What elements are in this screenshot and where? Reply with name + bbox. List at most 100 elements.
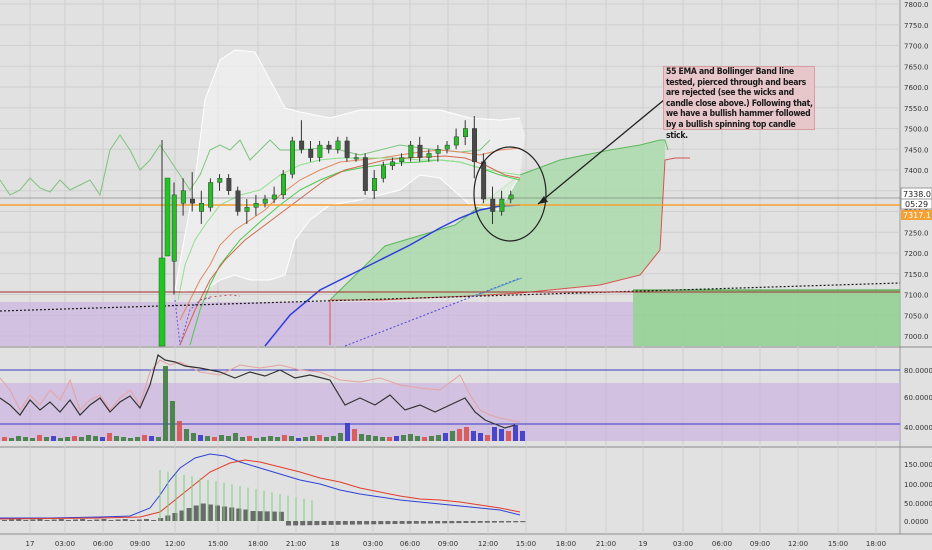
macd-bar [378,521,384,525]
candle-body [362,157,368,191]
volume-bar [471,431,476,441]
price-tick-label: 7050.0 [904,312,929,320]
price-tick-label: 7650.0 [904,63,929,71]
time-tick-label: 06:00 [93,540,113,548]
candle-body [408,144,414,158]
macd-bar [37,519,43,521]
volume-bar [254,438,259,441]
volume-bar [387,437,392,441]
volume-bar [373,436,378,441]
volume-bar [282,435,287,441]
time-tick-label: 21:00 [286,540,306,548]
rsi-tick-label: 40.0000 [904,424,932,432]
volume-bar [513,425,518,441]
macd-bar [115,519,121,521]
candle-body [217,178,223,183]
macd-bar [406,521,412,524]
volume-bar [219,435,224,441]
price-tick-label: 7000.0 [904,333,929,341]
volume-bar [142,435,147,441]
time-tick-label: 09:00 [750,540,770,548]
price-tick-label: 7150.0 [904,271,929,279]
time-axis-ticks: 17 03:00 06:00 09:00 12:00 15:00 18:00 21:00 18 0… [26,540,887,548]
volume-bar [415,436,420,441]
macd-bar [58,519,64,521]
volume-bar [205,436,210,441]
volume-bar [520,431,525,441]
volume-bar [310,436,315,441]
volume-bar [30,438,35,441]
time-tick-label: 17 [26,540,35,548]
volume-bar [156,437,161,441]
volume-bar [58,438,63,441]
time-tick-label: 15:00 [208,540,228,548]
macd-tick-label: 0.0000 [904,518,929,526]
macd-bar [428,521,433,524]
volume-bar [16,436,21,441]
macd-bar [491,521,497,523]
candle-body [444,144,450,150]
candle-body [271,194,277,200]
macd-bar [513,521,519,523]
volume-bar [352,429,357,441]
time-tick-label: 21:00 [596,540,616,548]
volume-bar [492,427,497,441]
macd-bar [9,519,15,521]
candle-body [281,173,286,196]
macd-bar [477,521,483,523]
macd-bar [342,521,348,525]
macd-bar [371,521,377,525]
macd-bar [456,521,462,524]
volume-bar [170,401,175,441]
volume-bar [485,435,490,441]
candle-body [353,157,359,160]
macd-bar [172,513,178,521]
volume-bar [499,429,504,441]
time-tick-label: 12:00 [788,540,808,548]
time-tick-label: 03:00 [673,540,693,548]
macd-bar [392,521,398,524]
macd-bar [80,519,86,521]
candle-body [199,202,205,212]
volume-bar [380,437,385,441]
volume-bar [338,433,343,441]
volume-bar [324,437,329,441]
candle-2 [164,177,171,257]
volume-bar [44,437,49,441]
volume-bar [457,429,462,441]
time-label: 05:29 [905,200,928,209]
macd-bar [236,508,242,521]
candle-body [180,190,186,204]
volume-bar [93,436,98,441]
macd-tick-label: 150.0000 [904,461,932,469]
price-tick-label: 7450.0 [904,146,929,154]
volume-bar [72,436,77,441]
macd-bar [314,521,320,526]
volume-bar [9,438,14,441]
macd-bar [385,521,391,525]
macd-bar [257,511,263,521]
breakout-candle [158,257,166,347]
macd-bar [101,519,107,521]
purple-zone [0,302,633,346]
candle-body [171,194,177,262]
volume-bar [261,437,266,441]
candle-body [390,161,396,167]
volume-bar [79,437,84,441]
price-tick-label: 7400.0 [904,167,929,175]
time-tick-label: 15:00 [828,540,848,548]
macd-bar [151,520,157,521]
macd-bar [463,521,469,523]
macd-tick-label: 50.0000 [904,500,932,508]
volume-bar [289,436,294,441]
candle-body [335,140,341,150]
macd-bar [335,521,341,525]
time-tick-label: 06:00 [400,540,420,548]
volume-bar [184,429,189,441]
volume-bar [450,431,455,441]
price-tick-label: 7800.0 [904,1,929,9]
volume-bar [51,436,56,441]
rsi-tick-label: 60.0000 [904,394,932,402]
macd-bar [108,520,114,521]
price-tick-label: 7200.0 [904,250,929,258]
